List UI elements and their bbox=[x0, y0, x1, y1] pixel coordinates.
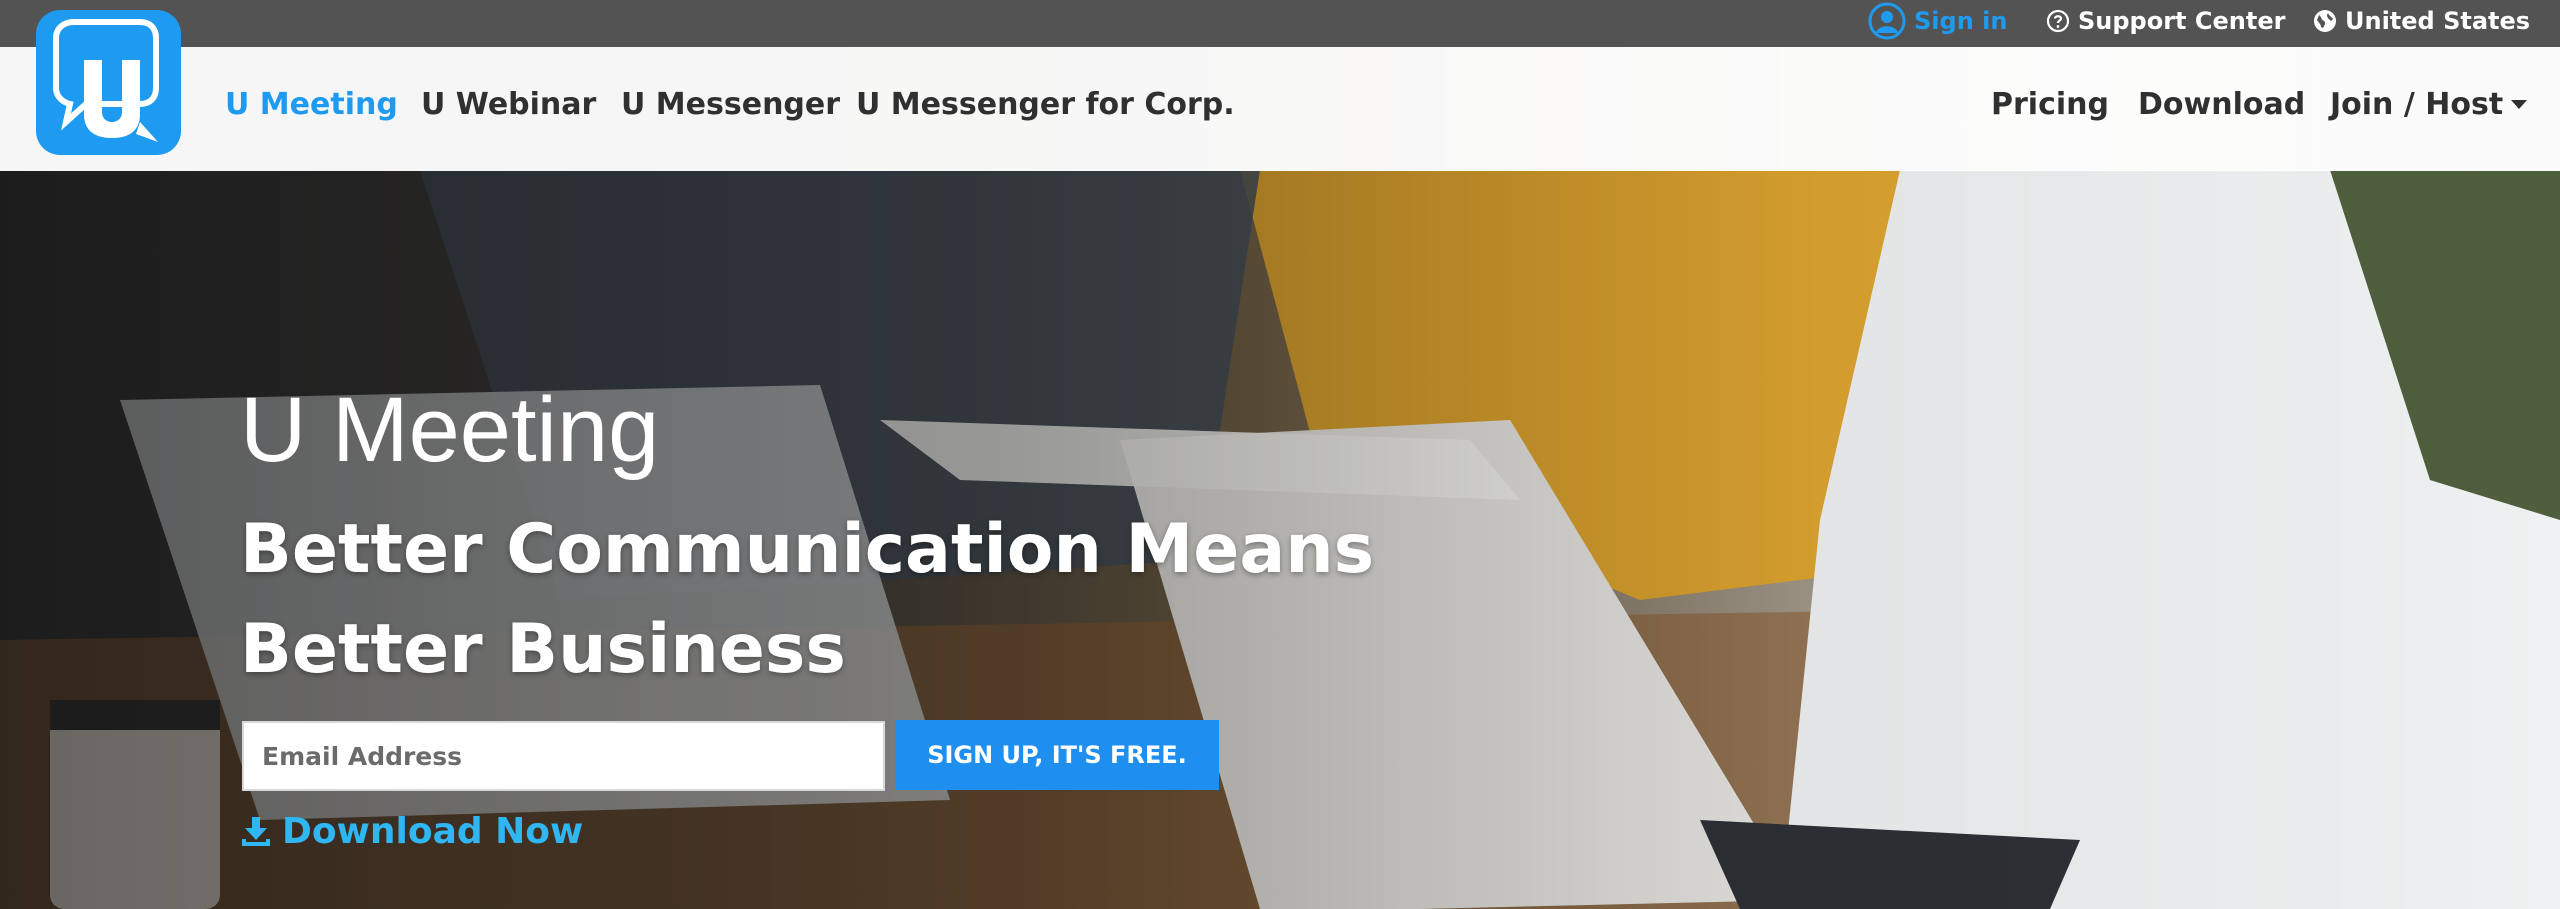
country-label: United States bbox=[2345, 7, 2531, 35]
nav-u-messenger-corp[interactable]: U Messenger for Corp. bbox=[856, 47, 1235, 162]
nav-u-meeting[interactable]: U Meeting bbox=[225, 47, 398, 162]
email-address-input[interactable] bbox=[242, 721, 885, 791]
u-logo[interactable] bbox=[36, 10, 181, 155]
hero-title: U Meeting bbox=[240, 379, 660, 481]
sign-in-link[interactable]: Sign in bbox=[1868, 0, 2007, 42]
user-circle-icon bbox=[1868, 2, 1906, 40]
country-selector[interactable]: United States bbox=[2313, 0, 2530, 42]
top-utility-bar: Sign in Support Center United States bbox=[0, 0, 2560, 47]
support-center-label: Support Center bbox=[2078, 7, 2286, 35]
download-now-link[interactable]: Download Now bbox=[240, 806, 583, 856]
join-host-label: Join / Host bbox=[2330, 87, 2504, 122]
support-center-link[interactable]: Support Center bbox=[2046, 0, 2285, 42]
nav-join-host-dropdown[interactable]: Join / Host bbox=[2330, 47, 2528, 162]
download-now-label: Download Now bbox=[282, 810, 584, 852]
question-circle-icon bbox=[2046, 9, 2070, 33]
nav-download[interactable]: Download bbox=[2138, 47, 2305, 162]
sign-up-button[interactable]: SIGN UP, IT'S FREE. bbox=[895, 720, 1219, 790]
sign-in-label: Sign in bbox=[1914, 7, 2008, 35]
chat-bubble-logo bbox=[53, 19, 159, 142]
nav-pricing[interactable]: Pricing bbox=[1991, 47, 2109, 162]
hero-subtitle: Better Communication Means Better Busine… bbox=[240, 510, 1375, 689]
nav-u-messenger[interactable]: U Messenger bbox=[621, 47, 840, 162]
chevron-down-icon bbox=[2511, 100, 2528, 109]
download-icon bbox=[240, 815, 272, 847]
nav-u-webinar[interactable]: U Webinar bbox=[421, 47, 596, 162]
globe-icon bbox=[2313, 9, 2337, 33]
